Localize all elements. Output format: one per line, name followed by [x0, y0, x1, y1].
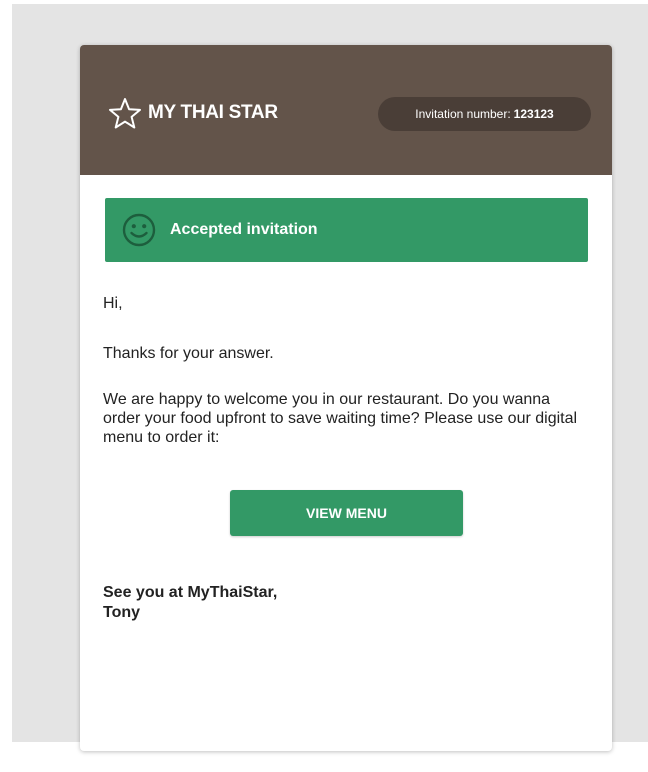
signoff-name: Tony — [103, 604, 141, 621]
status-text: Accepted invitation — [170, 221, 318, 238]
invitation-number-label: Invitation number: — [415, 107, 511, 121]
signoff-line: See you at MyThaiStar, — [103, 584, 278, 601]
smiley-face-icon — [105, 213, 156, 247]
status-banner: Accepted invitation — [105, 198, 588, 262]
thanks-text: Thanks for your answer. — [103, 345, 274, 362]
view-menu-button[interactable]: VIEW MENU — [230, 490, 463, 536]
brand-title: MY THAI STAR — [148, 102, 278, 123]
message-text: We are happy to welcome you in our resta… — [103, 391, 578, 446]
brand: MY THAI STAR — [108, 97, 278, 129]
greeting-text: Hi, — [103, 295, 123, 312]
star-icon — [108, 97, 142, 129]
invitation-number-badge: Invitation number: 123123 — [378, 97, 591, 131]
signoff: See you at MyThaiStar, Tony — [103, 583, 277, 623]
card-header: MY THAI STAR Invitation number: 123123 — [80, 45, 612, 175]
email-viewport: MY THAI STAR Invitation number: 123123 A… — [12, 4, 648, 751]
invitation-number-value: 123123 — [513, 107, 554, 121]
invitation-card: MY THAI STAR Invitation number: 123123 A… — [80, 45, 612, 751]
